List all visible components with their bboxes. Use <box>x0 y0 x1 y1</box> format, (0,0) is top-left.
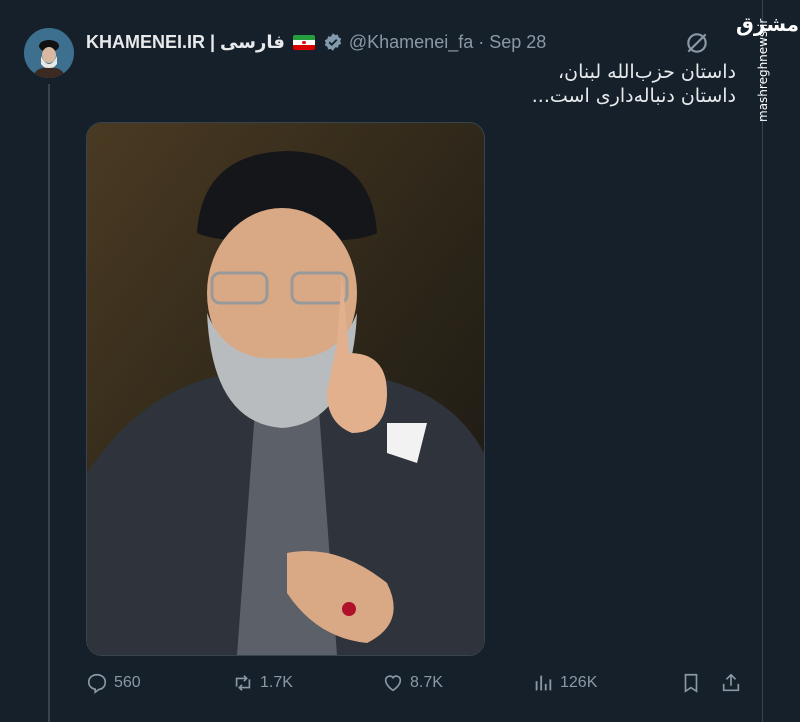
avatar[interactable] <box>24 28 74 78</box>
tweet-text-line-1: داستان حزب‌الله لبنان، <box>557 61 736 83</box>
like-button[interactable]: 8.7K <box>382 668 443 698</box>
tweet-date[interactable]: Sep 28 <box>489 32 546 53</box>
views-chart-icon <box>535 675 552 691</box>
bookmark-icon <box>684 673 698 693</box>
tweet-photo <box>87 123 484 655</box>
thread-line <box>48 84 50 722</box>
repost-icon <box>235 675 251 691</box>
reply-count: 560 <box>114 674 141 691</box>
like-count: 8.7K <box>410 674 443 691</box>
display-name[interactable]: KHAMENEI.IR | فارسی <box>86 32 285 53</box>
repost-button[interactable]: 1.7K <box>232 668 293 698</box>
tweet-text-line-2: داستان دنباله‌داری است... <box>531 85 736 107</box>
iran-flag-icon <box>292 34 315 50</box>
watermark-site: mashreghnews.ir <box>756 18 770 122</box>
share-button[interactable] <box>720 668 748 698</box>
tweet-media[interactable] <box>86 122 485 656</box>
tweet-header: KHAMENEI.IR | فارسی @Khamenei_fa · Sep 2… <box>86 30 546 54</box>
views-button[interactable]: 126K <box>532 668 597 698</box>
heart-icon <box>384 675 402 692</box>
reply-button[interactable]: 560 <box>86 668 141 698</box>
verified-badge-icon <box>324 33 342 51</box>
handle[interactable]: @Khamenei_fa <box>349 32 473 53</box>
action-bar: 560 1.7K 8.7K 126K <box>86 668 746 698</box>
avatar-image <box>24 28 74 78</box>
views-count: 126K <box>560 674 598 691</box>
grok-icon[interactable] <box>684 30 710 56</box>
bookmark-button[interactable] <box>680 668 708 698</box>
separator: · <box>478 31 485 52</box>
repost-count: 1.7K <box>260 674 293 691</box>
share-icon <box>722 673 740 692</box>
tweet-text: داستان حزب‌الله لبنان، داستان دنباله‌دار… <box>236 60 736 108</box>
reply-icon <box>87 673 107 694</box>
